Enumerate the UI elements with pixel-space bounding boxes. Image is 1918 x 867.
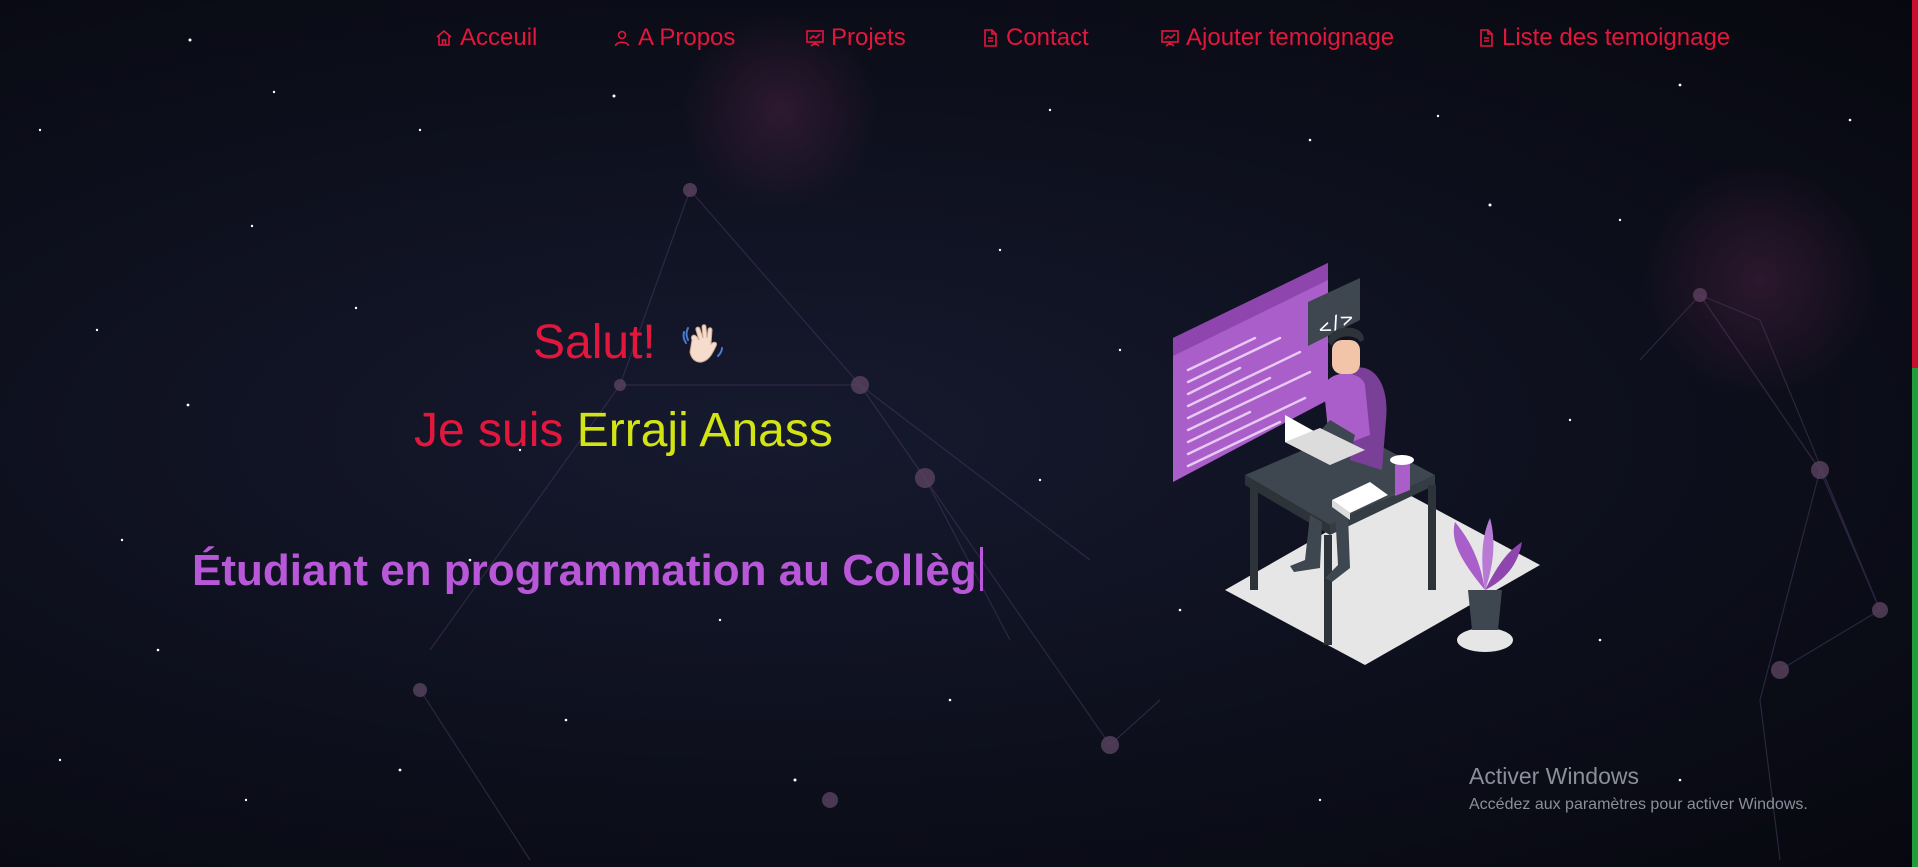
network-starfield-background [38,10,1888,861]
author-name: Erraji Anass [576,404,833,457]
user-icon [614,30,630,47]
role-text: Étudiant en programmation au Collèg [192,546,977,595]
scroll-indicator-green [1912,368,1918,867]
waving-hand-icon [682,323,723,363]
windows-activation-watermark: Activer Windows Accédez aux paramètres p… [1469,763,1808,814]
document-icon [984,29,997,47]
intro-prefix: Je suis [414,404,577,457]
main-navigation: Acceuil A Propos Projets Contact Ajouter… [0,20,1918,60]
presentation-icon [1161,30,1179,47]
developer-at-desk-illustration: </> [1173,263,1540,665]
scroll-indicator-red [1912,0,1918,368]
nav-item-label: Liste des temoignage [1502,24,1731,51]
watermark-subtitle: Accédez aux paramètres pour activer Wind… [1469,796,1808,813]
typing-cursor [979,547,983,591]
intro-line: Je suis Erraji Anass [414,403,833,458]
home-icon [436,29,452,46]
nav-item-projets[interactable]: Projets [805,20,906,56]
nav-item-contact[interactable]: Contact [980,20,1089,56]
presentation-icon [806,30,824,47]
typed-role-line: Étudiant en programmation au Collèg [192,546,983,596]
watermark-title: Activer Windows [1469,763,1639,789]
nav-item-acceuil[interactable]: Acceuil [434,20,537,56]
nav-item-ajouter-temoignage[interactable]: Ajouter temoignage [1160,20,1394,56]
greeting: Salut! [533,315,728,370]
greeting-text: Salut! [533,316,656,369]
nav-item-label: Ajouter temoignage [1186,24,1395,51]
nav-item-label: A Propos [638,24,736,51]
nav-item-label: Acceuil [460,24,538,51]
document-icon [1480,29,1493,47]
nav-item-label: Contact [1006,24,1089,51]
nav-item-label: Projets [831,24,906,51]
nav-item-a-propos[interactable]: A Propos [612,20,735,56]
nav-item-liste-des-temoignage[interactable]: Liste des temoignage [1476,20,1730,56]
